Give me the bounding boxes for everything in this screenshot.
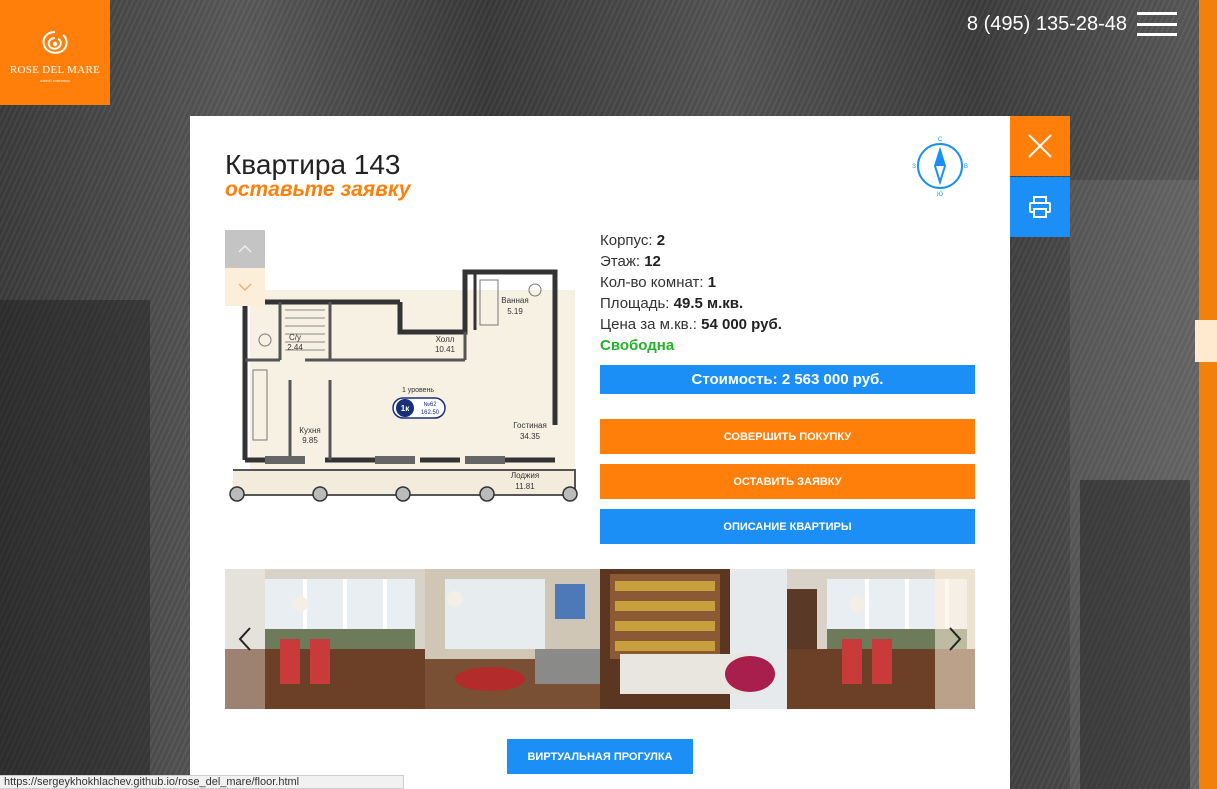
- info-rooms: Кол-во комнат: 1: [600, 274, 717, 291]
- plan-level-label: 1 уровень: [402, 387, 434, 394]
- brand-name: ROSE DEL MARE: [9, 64, 101, 76]
- compass-icon: С В Ю З: [912, 137, 968, 196]
- info-floor: Этаж: 12: [600, 253, 661, 270]
- print-button[interactable]: [1010, 177, 1070, 237]
- room-area-living: 34.35: [520, 432, 541, 441]
- virtual-tour-button[interactable]: ВИРТУАЛЬНАЯ ПРОГУЛКА: [507, 739, 693, 774]
- photo-gallery[interactable]: [225, 569, 975, 709]
- scroll-tab[interactable]: [1195, 320, 1217, 362]
- printer-icon: [1029, 196, 1051, 218]
- rose-logo-icon: [42, 31, 68, 54]
- plan-next-button[interactable]: [225, 268, 265, 306]
- close-button[interactable]: [1010, 116, 1070, 176]
- side-scroll-strip: [1195, 0, 1217, 789]
- plan-prev-button[interactable]: [225, 230, 265, 268]
- apartment-badge-area: 162.50: [421, 410, 440, 416]
- total-price-bar: Стоимость: 2 563 000 руб.: [600, 365, 975, 394]
- room-label-loggia: Лоджия: [511, 471, 539, 480]
- room-label-wc: С/у: [289, 333, 301, 342]
- hamburger-menu-icon[interactable]: [1137, 12, 1177, 36]
- page-title: Квартира 143: [225, 149, 401, 180]
- room-area-bath: 5.19: [507, 307, 523, 316]
- room-label-kitchen: Кухня: [299, 426, 320, 435]
- description-button[interactable]: ОПИСАНИЕ КВАРТИРЫ: [600, 509, 975, 544]
- compass-west-label: З: [912, 164, 916, 170]
- chevron-right-icon: [949, 627, 962, 651]
- logo[interactable]: ROSE DEL MARE жилой комплекс: [0, 0, 110, 105]
- request-button[interactable]: ОСТАВИТЬ ЗАЯВКУ: [600, 464, 975, 499]
- brand-tagline: жилой комплекс: [39, 78, 71, 83]
- phone-number[interactable]: 8 (495) 135-28-48: [967, 13, 1127, 36]
- chevron-left-icon: [238, 627, 251, 651]
- room-label-hall: Холл: [436, 335, 455, 344]
- apartment-badge-number: №62: [423, 401, 437, 408]
- apartment-info: Корпус: 2 Этаж: 12 Кол-во комнат: 1 Площ…: [600, 230, 782, 356]
- background-building: [1080, 480, 1190, 789]
- purchase-button[interactable]: СОВЕРШИТЬ ПОКУПКУ: [600, 419, 975, 454]
- compass-south-label: Ю: [937, 192, 943, 196]
- apartment-modal: Квартира 143 оставьте заявку С В Ю З С/у…: [190, 116, 1010, 789]
- chevron-up-icon: [238, 245, 252, 253]
- info-area: Площадь: 49.5 м.кв.: [600, 295, 744, 312]
- browser-status-url: https://sergeykhokhlachev.github.io/rose…: [0, 775, 404, 789]
- compass-east-label: В: [964, 164, 968, 170]
- gallery-next-button[interactable]: [935, 569, 975, 709]
- background-building: [0, 300, 150, 789]
- apartment-badge-rooms: 1к: [401, 404, 410, 413]
- total-price-value: 2 563 000 руб.: [781, 371, 884, 388]
- info-building: Корпус: 2: [600, 232, 666, 249]
- room-area-loggia: 11.81: [515, 482, 535, 491]
- compass-north-label: С: [938, 137, 943, 143]
- info-price-sqm: Цена за м.кв.: 54 000 руб.: [600, 316, 782, 333]
- room-area-kitchen: 9.85: [302, 436, 318, 445]
- room-area-wc: 2.44: [287, 343, 303, 352]
- close-icon: [1028, 134, 1052, 158]
- request-subtitle[interactable]: оставьте заявку: [225, 178, 410, 202]
- room-label-bath: Ванная: [501, 296, 528, 305]
- chevron-down-icon: [238, 283, 252, 291]
- gallery-photo[interactable]: [600, 569, 787, 709]
- gallery-prev-button[interactable]: [225, 569, 265, 709]
- floor-plan[interactable]: С/у 2.44 Ванная 5.19 Холл 10.41 Кухня 9.…: [225, 230, 580, 510]
- total-price-label: Стоимость:: [691, 371, 778, 388]
- gallery-photo[interactable]: [425, 569, 600, 709]
- room-area-hall: 10.41: [435, 345, 456, 354]
- room-label-living: Гостиная: [513, 421, 547, 430]
- status-badge: Свободна: [600, 337, 675, 354]
